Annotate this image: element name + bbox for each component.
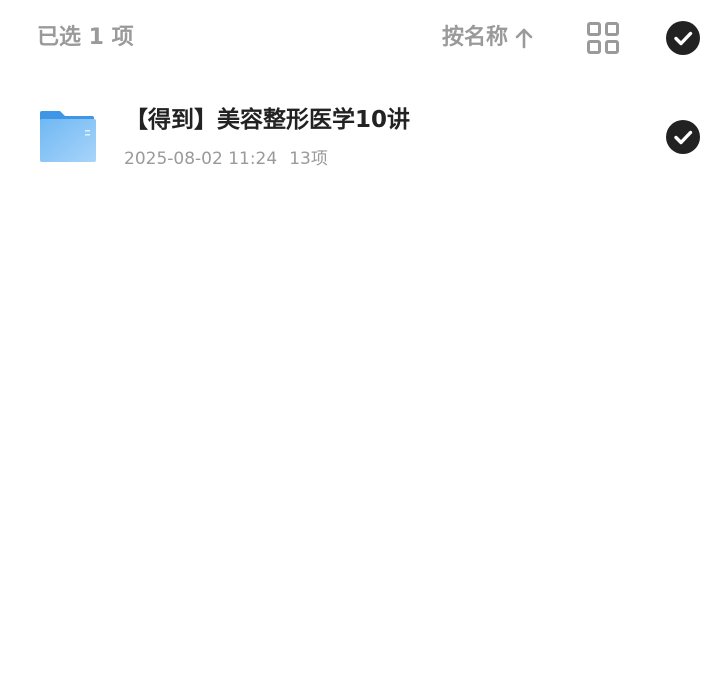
header-bar: 已选 1 项 按名称	[0, 0, 714, 78]
file-meta: 2025-08-02 11:24 13项	[124, 147, 328, 171]
folder-icon	[38, 109, 98, 164]
grid-view-icon[interactable]	[585, 20, 621, 56]
select-all-check-icon[interactable]	[666, 21, 700, 55]
arrow-up-icon	[514, 27, 534, 49]
file-list-item[interactable]: 【得到】美容整形医学10讲 2025-08-02 11:24 13项	[0, 90, 714, 186]
file-item-count: 13项	[289, 149, 328, 169]
selected-count-label: 已选 1 项	[37, 25, 134, 50]
file-modified-date: 2025-08-02 11:24	[124, 149, 278, 169]
file-name: 【得到】美容整形医学10讲	[125, 107, 411, 133]
sort-by-name-button[interactable]: 按名称	[442, 23, 534, 53]
item-check-icon[interactable]	[666, 120, 700, 154]
sort-label: 按名称	[442, 25, 509, 50]
